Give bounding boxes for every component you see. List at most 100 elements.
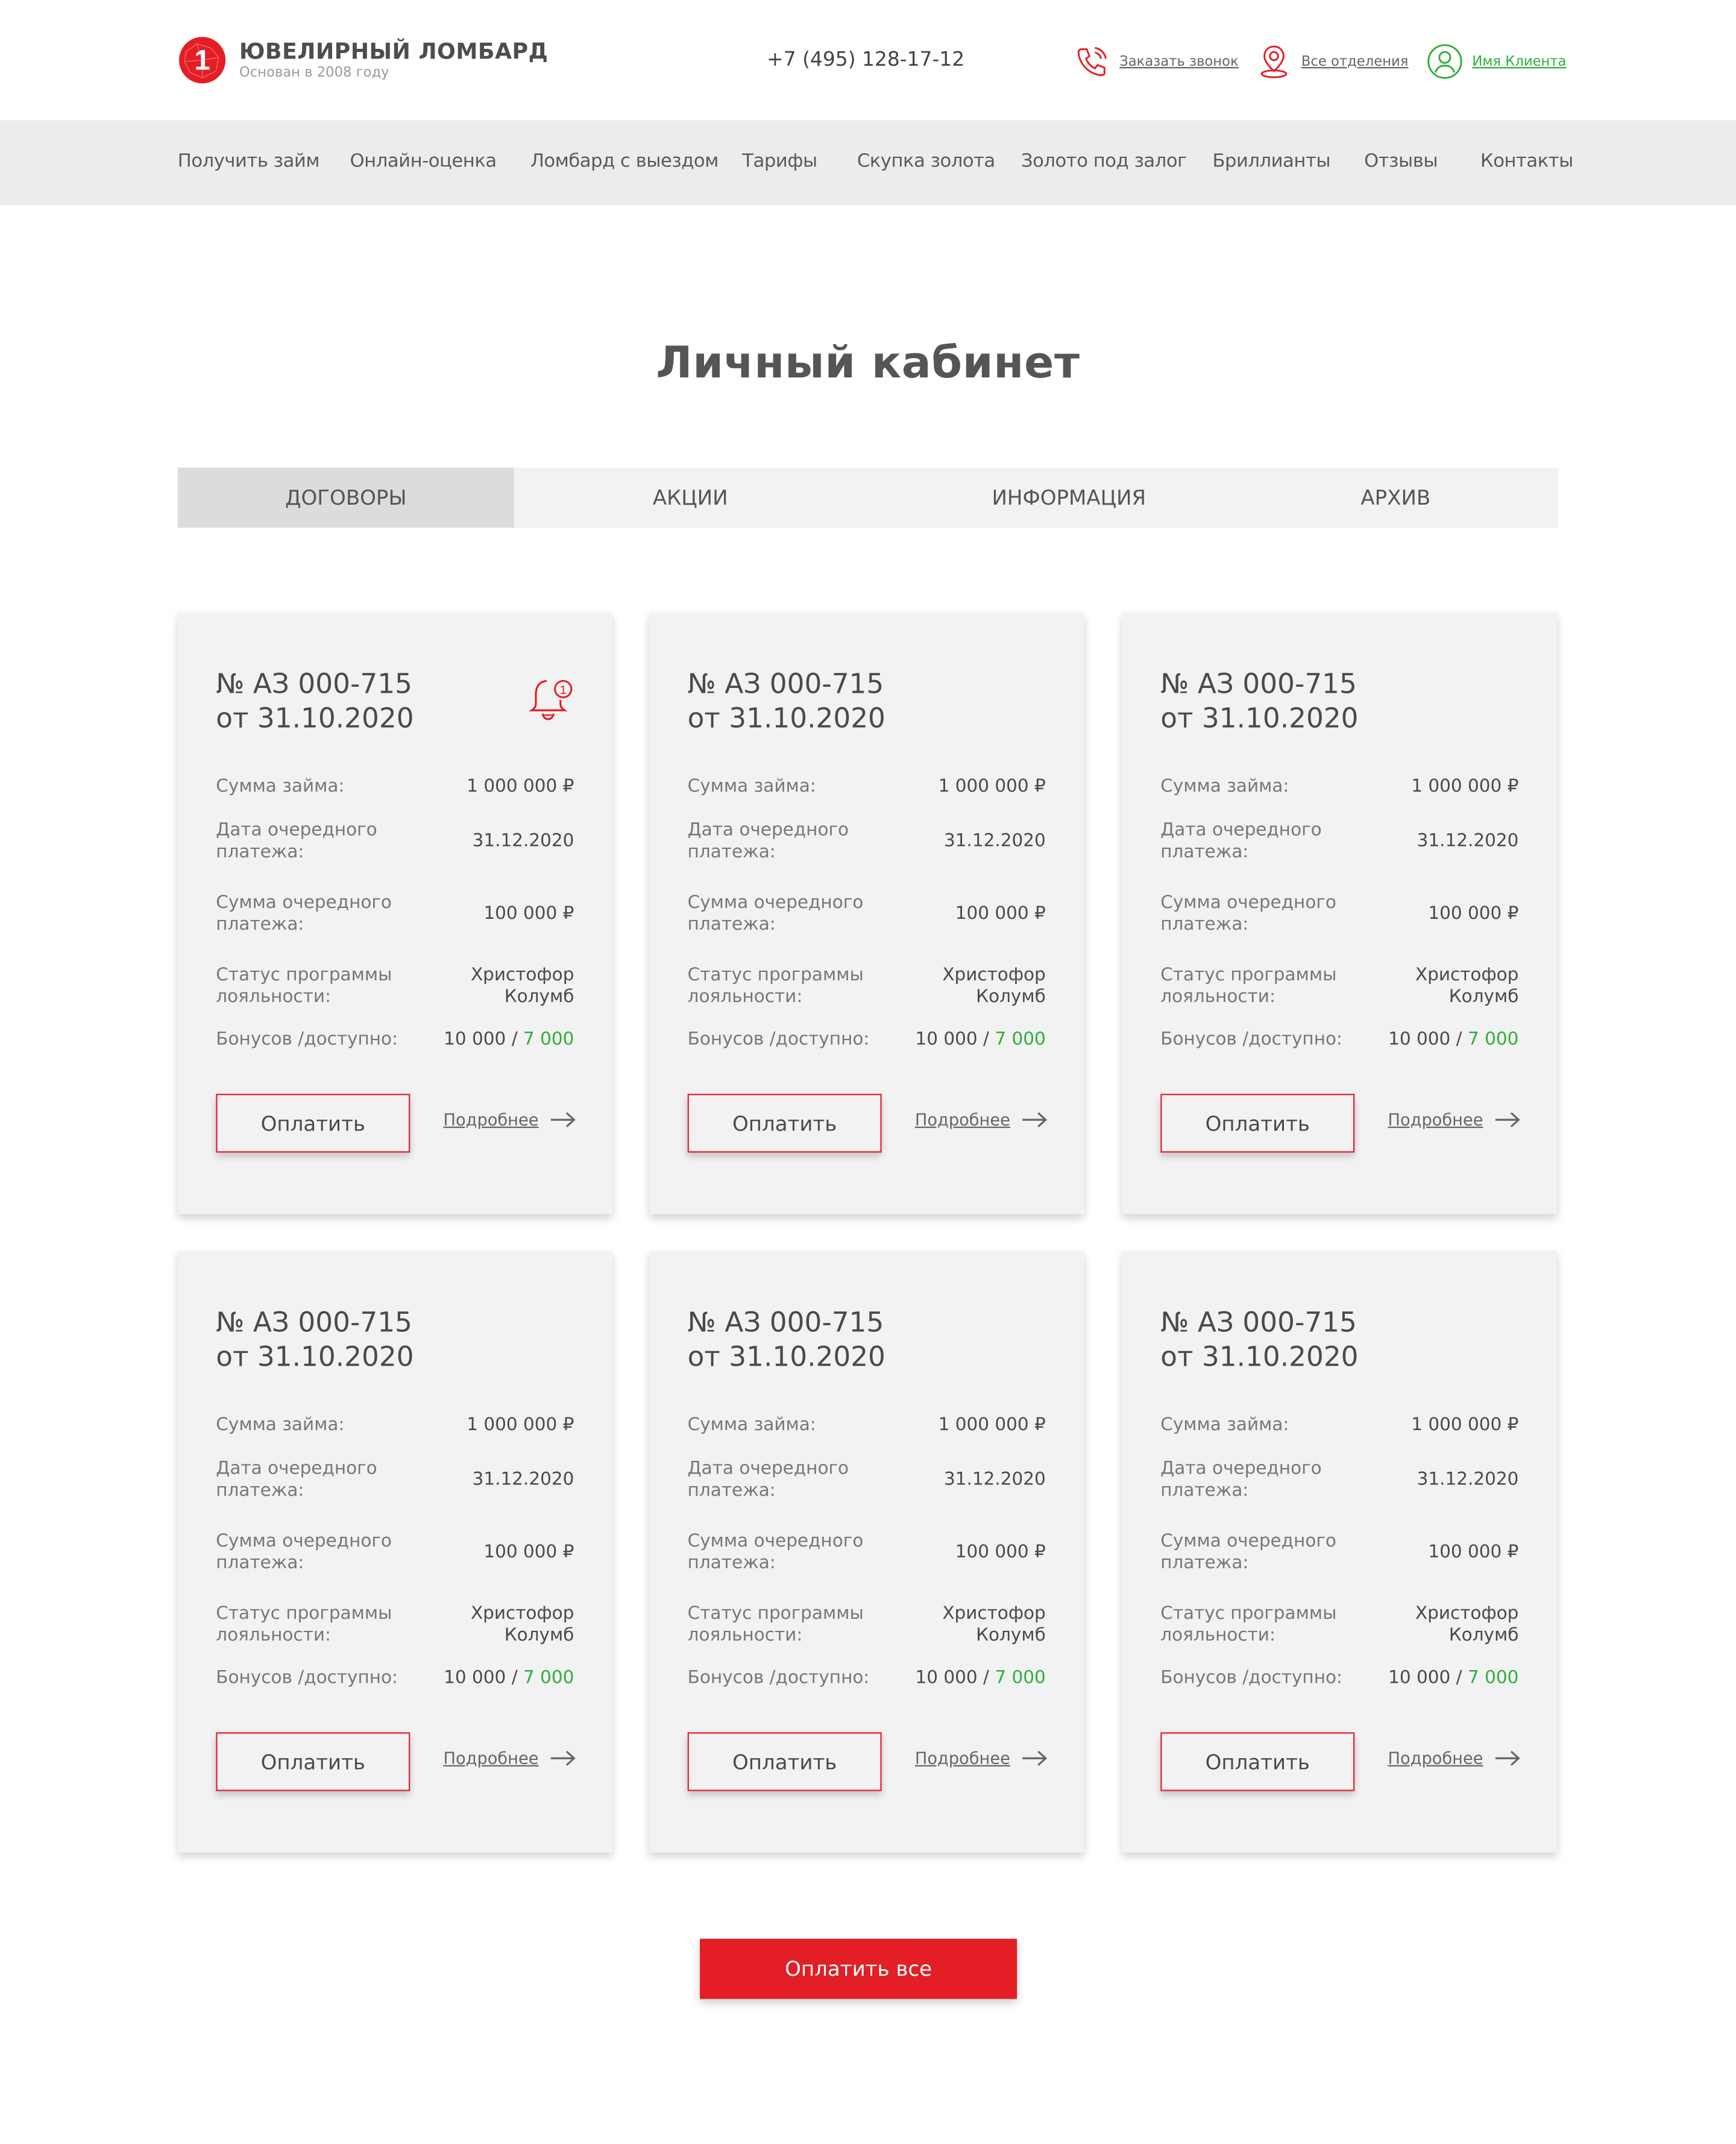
arrow-right-icon: [550, 1112, 576, 1127]
nav-item-contacts[interactable]: Контакты: [1480, 150, 1573, 172]
bonus-label: Бонусов /доступно:: [687, 1668, 870, 1689]
next-payment-sum-value: 100 000 ₽: [1428, 903, 1519, 924]
contract-card: № АЗ 000-715 от 31.10.2020 Сумма займа: …: [1122, 1250, 1557, 1853]
contract-title[interactable]: № АЗ 000-715 от 31.10.2020: [1160, 1306, 1358, 1374]
tab-promotions[interactable]: АКЦИИ: [533, 468, 848, 528]
loyalty-status-value: Христофор Колумб: [942, 965, 1046, 1008]
bonus-value: 10 000 / 7 000: [444, 1030, 574, 1052]
contract-title[interactable]: № АЗ 000-715 от 31.10.2020: [688, 1306, 885, 1374]
bonus-value: 10 000 / 7 000: [916, 1668, 1046, 1690]
bonus-total: 10 000: [444, 1029, 506, 1050]
arrow-right-icon: [1022, 1112, 1048, 1127]
details-link[interactable]: Подробнее: [915, 1748, 1048, 1768]
details-link[interactable]: Подробнее: [444, 1748, 577, 1768]
next-payment-sum-label: Сумма очередного платежа:: [1160, 892, 1336, 936]
tab-contracts[interactable]: ДОГОВОРЫ: [177, 467, 514, 528]
pay-button[interactable]: Оплатить: [1160, 1094, 1355, 1153]
contract-number: № АЗ 000-715: [216, 1305, 412, 1339]
details-link-label: Подробнее: [914, 1748, 1010, 1768]
callback-link[interactable]: Заказать звонок: [1073, 41, 1239, 82]
loan-sum-label: Сумма займа:: [216, 1415, 345, 1436]
details-link[interactable]: Подробнее: [1388, 1110, 1521, 1129]
next-payment-sum-label: Сумма очередного платежа:: [687, 892, 864, 936]
next-payment-date-value: 31.12.2020: [472, 1469, 574, 1490]
arrow-right-icon: [550, 1750, 576, 1766]
loan-sum-value: 1 000 000 ₽: [938, 777, 1046, 798]
callback-link-label: Заказать звонок: [1119, 54, 1239, 69]
bonus-available: 7 000: [523, 1029, 574, 1050]
nav-item-gold-buying[interactable]: Скупка золота: [857, 150, 995, 172]
next-payment-sum-value: 100 000 ₽: [955, 1542, 1046, 1563]
details-link[interactable]: Подробнее: [915, 1110, 1048, 1129]
bonus-label: Бонусов /доступно:: [1160, 1668, 1342, 1689]
bonus-available: 7 000: [1468, 1668, 1519, 1689]
details-link[interactable]: Подробнее: [1388, 1748, 1521, 1768]
pay-button[interactable]: Оплатить: [687, 1732, 882, 1791]
tab-archive[interactable]: АРХИВ: [1271, 468, 1520, 528]
bonus-label: Бонусов /доступно:: [216, 1668, 398, 1689]
contract-card: № АЗ 000-715 от 31.10.2020 Сумма займа: …: [649, 612, 1084, 1214]
branches-link[interactable]: Все отделения: [1255, 41, 1408, 82]
bonus-separator: /: [506, 1029, 524, 1050]
details-link-label: Подробнее: [443, 1110, 539, 1130]
contract-date: от 31.10.2020: [687, 1340, 885, 1373]
arrow-right-icon: [1022, 1750, 1048, 1766]
nav-item-gold-pledge[interactable]: Золото под залог: [1021, 150, 1187, 172]
pay-all-button[interactable]: Оплатить все: [700, 1938, 1017, 1999]
account-tabs: ДОГОВОРЫ АКЦИИ ИНФОРМАЦИЯ АРХИВ: [177, 467, 1559, 528]
bonus-available: 7 000: [523, 1668, 574, 1689]
brand-title[interactable]: ЮВЕЛИРНЫЙ ЛОМБАРД: [239, 38, 549, 64]
pay-button[interactable]: Оплатить: [216, 1094, 410, 1153]
next-payment-sum-value: 100 000 ₽: [1428, 1542, 1519, 1563]
loyalty-status-label: Статус программы лояльности:: [1160, 1604, 1337, 1647]
contract-card: № АЗ 000-715 от 31.10.2020 Сумма займа: …: [649, 1250, 1084, 1853]
page-root: 1 ЮВЕЛИРНЫЙ ЛОМБАРД Основан в 2008 году …: [0, 0, 1736, 2144]
loan-sum-label: Сумма займа:: [216, 777, 345, 798]
bonus-separator: /: [506, 1668, 524, 1689]
bonus-total: 10 000: [444, 1668, 506, 1689]
loan-sum-value: 1 000 000 ₽: [938, 1415, 1046, 1436]
bonus-value: 10 000 / 7 000: [1388, 1668, 1518, 1690]
brand-logo-digit: 1: [194, 45, 210, 77]
next-payment-date-label: Дата очередного платежа:: [687, 820, 849, 863]
details-link-label: Подробнее: [443, 1748, 539, 1768]
contract-title[interactable]: № АЗ 000-715 от 31.10.2020: [216, 667, 414, 736]
bonus-label: Бонусов /доступно:: [216, 1029, 398, 1050]
next-payment-date-value: 31.12.2020: [1417, 1469, 1519, 1490]
loyalty-status-value: Христофор Колумб: [1415, 1604, 1519, 1647]
details-link[interactable]: Подробнее: [444, 1110, 577, 1129]
phone-number[interactable]: +7 (495) 128-17-12: [767, 49, 964, 71]
nav-item-loan[interactable]: Получить займ: [178, 150, 320, 172]
pay-button[interactable]: Оплатить: [1160, 1732, 1355, 1791]
notification-bell-icon[interactable]: 1: [525, 673, 574, 725]
nav-item-diamonds[interactable]: Бриллианты: [1212, 150, 1330, 172]
contract-title[interactable]: № АЗ 000-715 от 31.10.2020: [688, 667, 885, 736]
next-payment-date-label: Дата очередного платежа:: [216, 1458, 377, 1501]
contract-number: № АЗ 000-715: [687, 667, 884, 701]
nav-item-online-estimate[interactable]: Онлайн-оценка: [350, 150, 497, 172]
next-payment-date-label: Дата очередного платежа:: [687, 1458, 849, 1501]
details-link-label: Подробнее: [1388, 1748, 1483, 1768]
loyalty-status-value: Христофор Колумб: [470, 965, 574, 1008]
tab-information[interactable]: ИНФОРМАЦИЯ: [912, 468, 1227, 528]
loan-sum-value: 1 000 000 ₽: [467, 777, 574, 798]
nav-item-mobile-pawnshop[interactable]: Ломбард с выездом: [530, 150, 719, 172]
contract-title[interactable]: № АЗ 000-715 от 31.10.2020: [216, 1306, 414, 1374]
contract-title[interactable]: № АЗ 000-715 от 31.10.2020: [1160, 667, 1358, 736]
contract-date: от 31.10.2020: [687, 701, 885, 734]
loan-sum-label: Сумма займа:: [687, 1415, 816, 1436]
pay-button[interactable]: Оплатить: [216, 1732, 410, 1791]
client-account-link[interactable]: Имя Клиента: [1426, 41, 1566, 82]
next-payment-date-label: Дата очередного платежа:: [1160, 1458, 1322, 1501]
brand-logo-icon[interactable]: 1: [178, 36, 227, 85]
contract-card: № АЗ 000-715 от 31.10.2020 Сумма займа: …: [1122, 612, 1557, 1214]
next-payment-sum-label: Сумма очередного платежа:: [216, 892, 392, 936]
page-title: Личный кабинет: [656, 336, 1080, 389]
nav-item-reviews[interactable]: Отзывы: [1364, 150, 1438, 172]
client-name-label: Имя Клиента: [1472, 54, 1567, 69]
bonus-separator: /: [977, 1668, 995, 1689]
pay-button[interactable]: Оплатить: [687, 1094, 882, 1153]
nav-item-tariffs[interactable]: Тарифы: [742, 150, 817, 172]
bonus-value: 10 000 / 7 000: [444, 1668, 574, 1690]
contract-number: № АЗ 000-715: [1160, 1305, 1357, 1339]
